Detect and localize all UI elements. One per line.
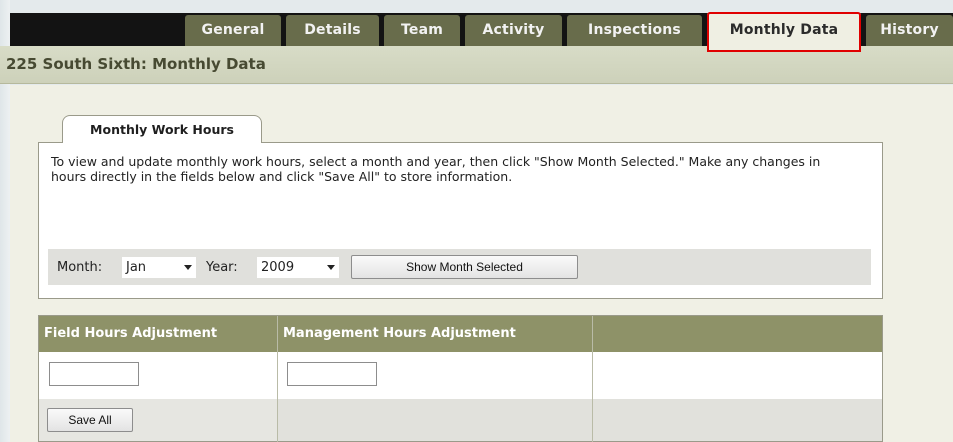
page-title: 225 South Sixth: Monthly Data bbox=[6, 55, 266, 73]
show-month-selected-button[interactable]: Show Month Selected bbox=[351, 255, 578, 279]
year-select-value: 2009 bbox=[261, 260, 295, 275]
tab-activity[interactable]: Activity bbox=[465, 15, 562, 46]
tab-monthly-work-hours[interactable]: Monthly Work Hours bbox=[62, 115, 262, 143]
save-all-button[interactable]: Save All bbox=[47, 408, 133, 432]
tab-team[interactable]: Team bbox=[384, 15, 460, 46]
column-divider bbox=[277, 316, 278, 442]
year-label: Year: bbox=[206, 260, 238, 275]
hours-table: Field Hours Adjustment Management Hours … bbox=[38, 315, 883, 442]
month-select-value: Jan bbox=[126, 260, 147, 275]
field-hours-input[interactable] bbox=[49, 362, 139, 386]
chevron-down-icon bbox=[327, 265, 335, 270]
tab-details[interactable]: Details bbox=[286, 15, 379, 46]
table-footer-row: Save All bbox=[39, 399, 882, 441]
management-hours-input[interactable] bbox=[287, 362, 377, 386]
year-select[interactable]: 2009 bbox=[257, 257, 339, 278]
tab-history[interactable]: History bbox=[866, 15, 953, 46]
table-header-row: Field Hours Adjustment Management Hours … bbox=[39, 316, 882, 352]
instructions-text: To view and update monthly work hours, s… bbox=[51, 154, 821, 184]
month-select[interactable]: Jan bbox=[122, 257, 196, 278]
monthly-work-hours-panel: To view and update monthly work hours, s… bbox=[38, 142, 883, 299]
month-year-selector-row: Month: Jan Year: 2009 Show Month Selecte… bbox=[48, 249, 871, 285]
chevron-down-icon bbox=[184, 265, 192, 270]
tab-inspections[interactable]: Inspections bbox=[567, 15, 702, 46]
tab-general[interactable]: General bbox=[185, 15, 281, 46]
month-label: Month: bbox=[57, 260, 103, 275]
column-divider bbox=[592, 316, 593, 442]
tab-monthly-data[interactable]: Monthly Data bbox=[707, 12, 861, 52]
column-header-field-hours: Field Hours Adjustment bbox=[44, 326, 218, 341]
column-header-empty bbox=[593, 316, 882, 352]
table-footer-filler bbox=[277, 399, 882, 441]
column-header-management-hours: Management Hours Adjustment bbox=[283, 326, 516, 341]
table-row bbox=[39, 352, 882, 399]
